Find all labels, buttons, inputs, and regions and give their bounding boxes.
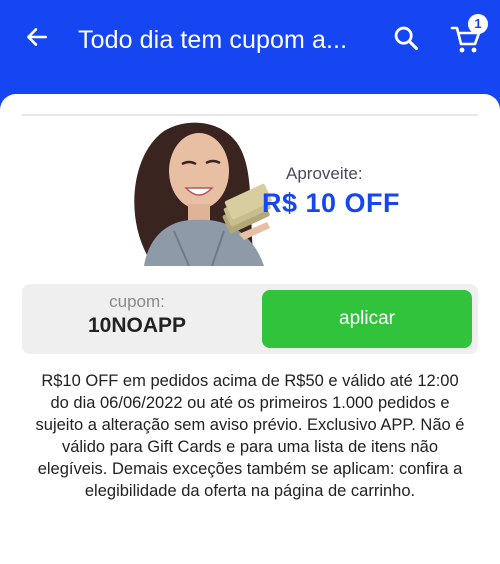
app-bar: Todo dia tem cupom a... 1 bbox=[0, 0, 500, 80]
coupon-label: cupom: bbox=[109, 292, 165, 311]
search-button[interactable] bbox=[390, 22, 422, 54]
apply-coupon-button[interactable]: aplicar bbox=[262, 290, 472, 348]
arrow-left-icon bbox=[27, 28, 47, 46]
search-icon bbox=[394, 26, 419, 51]
coupon-box: cupom: 10NOAPP aplicar bbox=[22, 284, 478, 354]
banner-kicker-text: Aproveite: bbox=[286, 164, 363, 183]
banner-offer-text: R$ 10 OFF bbox=[262, 188, 401, 218]
coupon-sheet: Aproveite: R$ 10 OFF cupom: 10NOAPP apli… bbox=[0, 94, 500, 564]
cart-count-badge: 1 bbox=[468, 14, 488, 34]
page-title: Todo dia tem cupom a... bbox=[78, 26, 348, 54]
back-button[interactable] bbox=[22, 22, 52, 52]
promo-banner: Aproveite: R$ 10 OFF bbox=[22, 116, 478, 266]
coupon-code: 10NOAPP bbox=[87, 314, 187, 337]
coupon-terms: R$10 OFF em pedidos acima de R$50 e váli… bbox=[35, 372, 465, 500]
